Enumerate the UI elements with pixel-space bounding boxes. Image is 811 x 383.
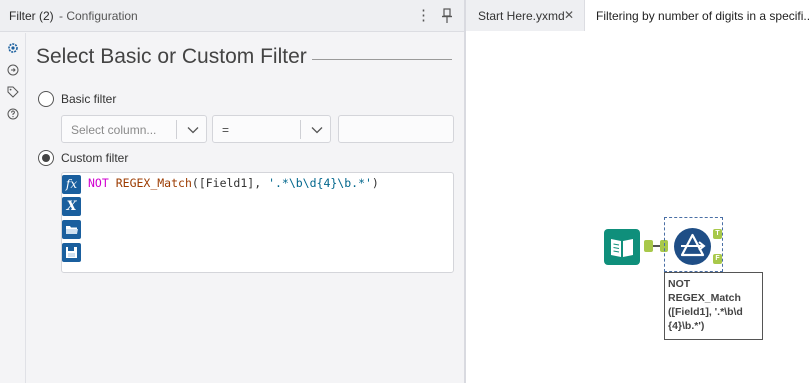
tool-annotation: NOT REGEX_Match ([Field1], '.*\b\d {4}\b… (664, 272, 763, 340)
expr-args: ([Field1], (191, 176, 269, 190)
combo-separator (300, 120, 301, 139)
panel-title: Filter (2) (9, 9, 54, 23)
heading-divider (312, 59, 452, 60)
tab-label: Filtering by number of digits in a speci… (596, 9, 811, 23)
combo-separator (176, 120, 177, 139)
basic-filter-radio[interactable] (38, 91, 54, 107)
function-button[interactable]: fx (62, 175, 81, 194)
close-icon[interactable]: ✕ (564, 8, 574, 22)
expr-string: '.*\b\d{4}\b.*' (268, 176, 372, 190)
input-data-tool[interactable] (604, 229, 640, 265)
expr-close: ) (371, 176, 379, 190)
tab-start-here[interactable]: Start Here.yxmd ✕ (466, 0, 585, 31)
operator-value: = (222, 123, 230, 137)
false-anchor[interactable]: F (713, 254, 722, 264)
more-options-icon[interactable]: ⋮ (416, 6, 431, 26)
custom-filter-radio[interactable] (38, 150, 54, 166)
custom-filter-label: Custom filter (61, 151, 129, 165)
connection-icon[interactable] (7, 63, 19, 76)
true-anchor[interactable]: T (713, 229, 722, 239)
filter-tool[interactable] (674, 228, 711, 265)
column-select-placeholder: Select column... (71, 123, 157, 137)
expression-text: NOT REGEX_Match([Field1], '.*\b\d{4}\b.*… (88, 176, 379, 190)
panel-header: Filter (2) - Configuration ⋮ (0, 0, 464, 32)
variable-button[interactable]: X (62, 197, 81, 216)
tab-filtering-workflow[interactable]: Filtering by number of digits in a speci… (585, 0, 811, 31)
expr-function: REGEX_Match (115, 176, 192, 190)
save-expression-button[interactable] (62, 243, 81, 262)
operator-select[interactable]: = (212, 115, 331, 143)
tag-icon[interactable] (7, 85, 19, 98)
document-tabs: Start Here.yxmd ✕ Filtering by number of… (466, 0, 811, 31)
panel-subtitle: - Configuration (59, 9, 138, 23)
filter-icon (680, 233, 706, 257)
app-window: Filter (2) - Configuration ⋮ Select Basi… (0, 0, 811, 383)
output-anchor[interactable] (644, 240, 653, 252)
gear-icon[interactable] (7, 41, 19, 53)
open-expression-button[interactable] (62, 220, 81, 239)
radio-selected-dot (42, 154, 50, 162)
help-icon[interactable] (7, 107, 19, 120)
book-icon (611, 239, 633, 257)
chevron-down-icon[interactable] (186, 123, 200, 135)
save-icon (66, 247, 77, 258)
basic-filter-label: Basic filter (61, 92, 117, 106)
configuration-panel: Filter (2) - Configuration ⋮ Select Basi… (0, 0, 464, 383)
chevron-down-icon[interactable] (310, 123, 324, 135)
expr-keyword: NOT (88, 176, 109, 190)
tab-label: Start Here.yxmd (478, 9, 565, 23)
column-select[interactable]: Select column... (61, 115, 207, 143)
value-input[interactable] (338, 115, 454, 143)
side-rail (0, 33, 26, 383)
page-title: Select Basic or Custom Filter (36, 45, 307, 68)
folder-icon (66, 226, 78, 234)
pin-icon[interactable] (440, 8, 454, 24)
